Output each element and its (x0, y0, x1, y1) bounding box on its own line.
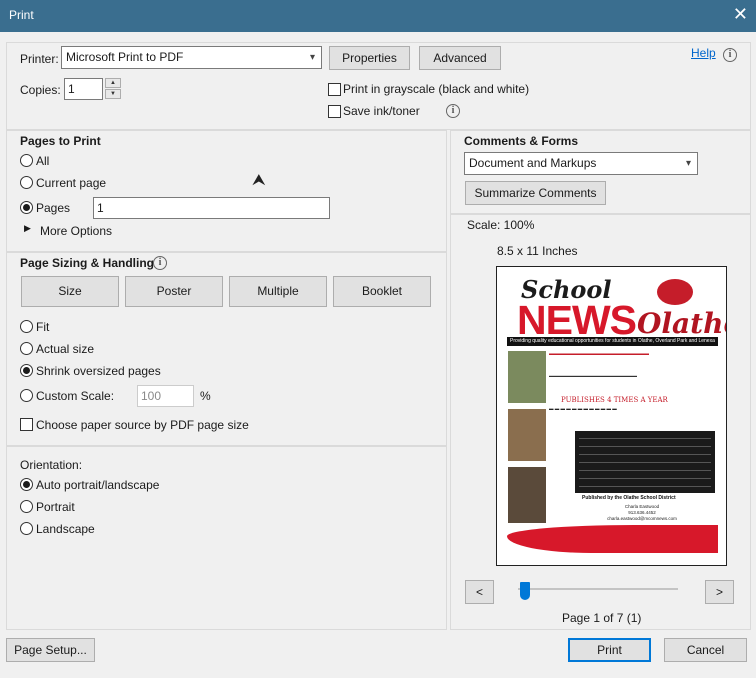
previous-page-button[interactable]: < (465, 580, 494, 604)
save-ink-label: Save ink/toner (343, 104, 420, 118)
properties-button[interactable]: Properties (329, 46, 410, 70)
all-pages-label: All (36, 154, 50, 168)
tab-booklet[interactable]: Booklet (333, 276, 431, 307)
tab-poster[interactable]: Poster (125, 276, 223, 307)
expand-triangle-icon[interactable]: ▶ (24, 223, 31, 234)
pages-label: Pages (36, 201, 71, 215)
shrink-oversized-label: Shrink oversized pages (36, 364, 161, 378)
copies-label: Copies: (20, 83, 61, 97)
advanced-button[interactable]: Advanced (419, 46, 501, 70)
title-bar: Print ✕ (0, 0, 756, 32)
next-page-button[interactable]: > (705, 580, 734, 604)
page-slider-track[interactable] (518, 588, 678, 590)
landscape-label: Landscape (36, 522, 95, 536)
save-ink-checkbox[interactable] (328, 105, 341, 118)
page-slider-thumb[interactable] (520, 582, 530, 600)
copies-input[interactable]: 1 (64, 78, 103, 100)
grayscale-checkbox[interactable] (328, 83, 341, 96)
paper-source-checkbox[interactable] (20, 418, 33, 431)
window-title: Print (9, 8, 34, 22)
preview-photo-1 (508, 351, 546, 403)
print-button[interactable]: Print (568, 638, 651, 662)
more-options-label[interactable]: More Options (40, 224, 112, 238)
chevron-down-icon: ▾ (685, 158, 692, 169)
preview-olathe-text: Olathe (637, 307, 726, 340)
logo-ball-icon (657, 279, 693, 305)
page-sizing-heading: Page Sizing & Handling (20, 256, 155, 270)
portrait-radio[interactable] (20, 500, 33, 513)
percent-label: % (200, 389, 211, 403)
preview-photo-3 (508, 467, 546, 523)
paper-size-readout: 8.5 x 11 Inches (497, 244, 578, 258)
comments-selected-value: Document and Markups (469, 156, 597, 170)
help-info-icon[interactable]: i (723, 48, 737, 62)
copies-up-button[interactable]: ▲ (105, 78, 121, 88)
copies-down-button[interactable]: ▼ (105, 89, 121, 99)
custom-scale-radio[interactable] (20, 389, 33, 402)
actual-size-radio[interactable] (20, 342, 33, 355)
printer-selected-value: Microsoft Print to PDF (66, 50, 184, 64)
preview-contact-email: charla.eastwood@mcomnews.com (607, 516, 677, 521)
save-ink-info-icon[interactable]: i (446, 104, 460, 118)
preview-footer-wave (507, 525, 718, 553)
preview-tagline: Providing quality educational opportunit… (507, 337, 718, 346)
comments-select[interactable]: Document and Markups ▾ (464, 152, 698, 175)
pages-to-print-heading: Pages to Print (20, 134, 101, 148)
current-page-radio[interactable] (20, 176, 33, 189)
paper-source-label: Choose paper source by PDF page size (36, 418, 249, 432)
preview-publishes: PUBLISHES 4 TIMES A YEAR (561, 396, 668, 404)
preview-intro-red: ▬▬▬▬▬▬▬▬▬▬▬▬▬▬▬▬▬▬▬▬ (549, 351, 649, 357)
pages-radio[interactable] (20, 201, 33, 214)
pages-range-input[interactable]: 1 (93, 197, 330, 219)
page-indicator: Page 1 of 7 (1) (562, 611, 642, 625)
page-setup-button[interactable]: Page Setup... (6, 638, 95, 662)
preview-rate-table (575, 431, 715, 493)
actual-size-label: Actual size (36, 342, 95, 356)
landscape-radio[interactable] (20, 522, 33, 535)
current-page-label: Current page (36, 176, 107, 190)
portrait-label: Portrait (36, 500, 75, 514)
shrink-oversized-radio[interactable] (20, 364, 33, 377)
auto-orientation-radio[interactable] (20, 478, 33, 491)
fit-radio[interactable] (20, 320, 33, 333)
custom-scale-input[interactable]: 100 (137, 385, 194, 407)
fit-label: Fit (36, 320, 50, 334)
mouse-cursor-icon: ⮝ (252, 172, 266, 189)
page-sizing-info-icon[interactable]: i (153, 256, 167, 270)
scale-readout: Scale: 100% (467, 218, 535, 232)
print-preview-page: School NEWS Olathe Providing quality edu… (496, 266, 727, 566)
custom-scale-label: Custom Scale: (36, 389, 115, 403)
auto-orientation-label: Auto portrait/landscape (36, 478, 160, 492)
preview-published-by: Published by the Olathe School District (582, 495, 676, 501)
orientation-heading: Orientation: (20, 458, 83, 472)
printer-label: Printer: (20, 52, 59, 66)
tab-size[interactable]: Size (21, 276, 119, 307)
tab-multiple[interactable]: Multiple (229, 276, 327, 307)
preview-dates: ▬ ▬ ▬ ▬ ▬ ▬ ▬ ▬ ▬ ▬ ▬ ▬ (549, 406, 617, 411)
preview-photo-2 (508, 409, 546, 461)
chevron-down-icon: ▾ (309, 52, 316, 63)
preview-intro-gray: ▬▬▬▬▬▬▬▬▬▬▬▬▬▬▬▬▬▬▬▬▬▬ (549, 373, 637, 378)
close-icon[interactable]: ✕ (733, 4, 748, 25)
orientation-panel (6, 446, 447, 630)
printer-select[interactable]: Microsoft Print to PDF ▾ (61, 46, 322, 69)
all-pages-radio[interactable] (20, 154, 33, 167)
cancel-button[interactable]: Cancel (664, 638, 747, 662)
comments-heading: Comments & Forms (464, 134, 579, 148)
summarize-comments-button[interactable]: Summarize Comments (465, 181, 606, 205)
grayscale-label: Print in grayscale (black and white) (343, 82, 530, 96)
help-link[interactable]: Help (691, 46, 716, 60)
preview-contact: Charla Eastwood 913.636.4452 charla.east… (597, 504, 687, 522)
